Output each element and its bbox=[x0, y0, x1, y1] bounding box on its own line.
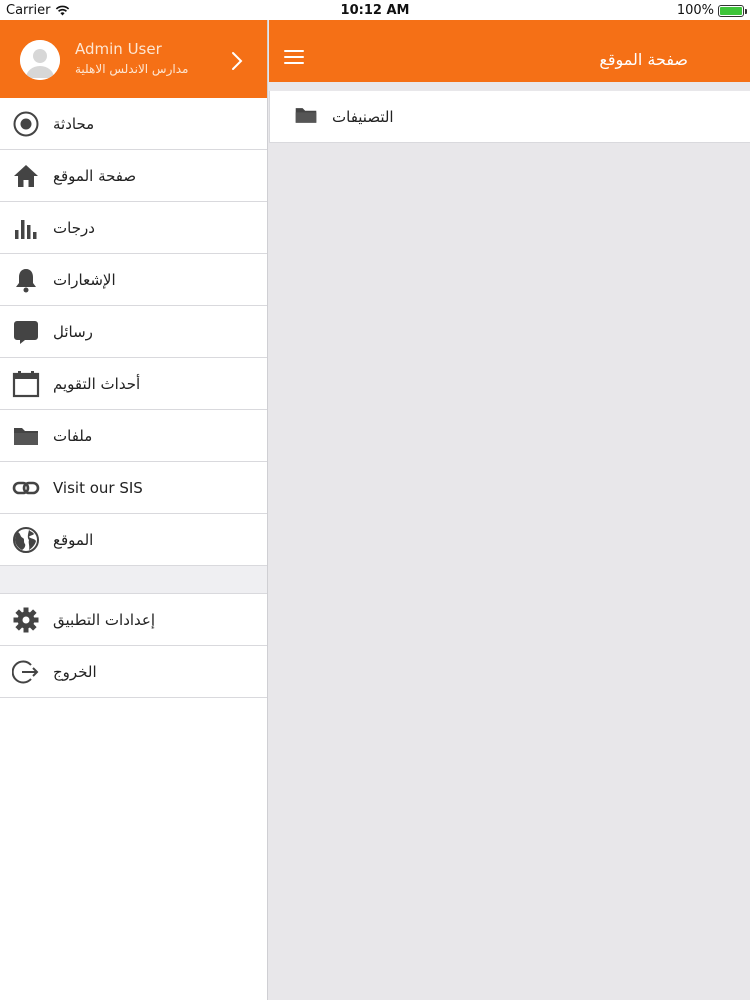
chat-record-icon bbox=[12, 110, 40, 138]
menu-item-app-settings[interactable]: إعدادات التطبيق bbox=[0, 594, 267, 646]
nav-bar: صفحة الموقع bbox=[269, 20, 750, 82]
battery-indicator: 100% bbox=[676, 3, 747, 18]
list-item-categories[interactable]: التصنيفات bbox=[269, 91, 750, 143]
secondary-menu: إعدادات التطبيق الخروج bbox=[0, 594, 267, 698]
folder-icon bbox=[294, 103, 318, 131]
bell-icon bbox=[12, 266, 40, 294]
profile-school: مدارس الاندلس الاهلية bbox=[75, 62, 189, 76]
menu-item-label: صفحة الموقع bbox=[53, 166, 137, 185]
menu-item-label: محادثة bbox=[53, 114, 95, 133]
link-icon bbox=[12, 474, 40, 502]
menu-item-visit-sis[interactable]: Visit our SIS bbox=[0, 462, 267, 514]
menu-item-files[interactable]: ملفات bbox=[0, 410, 267, 462]
side-menu: Admin User مدارس الاندلس الاهلية محادثة … bbox=[0, 20, 268, 1000]
menu-item-website[interactable]: الموقع bbox=[0, 514, 267, 566]
menu-item-logout[interactable]: الخروج bbox=[0, 646, 267, 698]
profile-header[interactable]: Admin User مدارس الاندلس الاهلية bbox=[0, 20, 267, 98]
menu-item-messages[interactable]: رسائل bbox=[0, 306, 267, 358]
battery-icon bbox=[718, 4, 747, 17]
globe-icon bbox=[12, 526, 40, 554]
message-bubble-icon bbox=[12, 318, 40, 346]
chevron-right-icon[interactable] bbox=[228, 50, 246, 72]
avatar bbox=[20, 40, 60, 80]
menu-item-label: أحداث التقويم bbox=[53, 374, 141, 393]
menu-item-label: Visit our SIS bbox=[53, 478, 143, 497]
main-menu: محادثة صفحة الموقع درجات الإشعارات رسائل bbox=[0, 98, 267, 566]
menu-item-calendar[interactable]: أحداث التقويم bbox=[0, 358, 267, 410]
menu-item-label: رسائل bbox=[53, 322, 93, 341]
gear-icon bbox=[12, 606, 40, 634]
category-list: التصنيفات bbox=[269, 91, 750, 143]
menu-item-label: الخروج bbox=[53, 662, 97, 681]
menu-item-label: إعدادات التطبيق bbox=[53, 610, 156, 629]
menu-item-label: الموقع bbox=[53, 530, 94, 549]
bar-chart-icon bbox=[12, 214, 40, 242]
menu-item-label: الإشعارات bbox=[53, 270, 116, 289]
list-item-label: التصنيفات bbox=[332, 107, 394, 126]
menu-item-site-page[interactable]: صفحة الموقع bbox=[0, 150, 267, 202]
battery-percent: 100% bbox=[676, 3, 714, 18]
home-icon bbox=[12, 162, 40, 190]
hamburger-menu-icon[interactable] bbox=[284, 50, 304, 66]
menu-section-divider bbox=[0, 566, 267, 594]
page-title: صفحة الموقع bbox=[599, 50, 688, 69]
status-bar: Carrier 10:12 AM 100% bbox=[0, 0, 750, 20]
calendar-icon bbox=[12, 370, 40, 398]
folder-icon bbox=[12, 422, 40, 450]
user-avatar-icon bbox=[20, 40, 60, 80]
menu-item-grades[interactable]: درجات bbox=[0, 202, 267, 254]
menu-item-label: ملفات bbox=[53, 426, 93, 445]
menu-item-chat[interactable]: محادثة bbox=[0, 98, 267, 150]
main-panel: صفحة الموقع التصنيفات bbox=[269, 20, 750, 1000]
menu-item-notifications[interactable]: الإشعارات bbox=[0, 254, 267, 306]
profile-name: Admin User bbox=[75, 40, 162, 58]
status-time: 10:12 AM bbox=[340, 3, 410, 18]
menu-item-label: درجات bbox=[53, 218, 95, 237]
logout-icon bbox=[12, 658, 40, 686]
